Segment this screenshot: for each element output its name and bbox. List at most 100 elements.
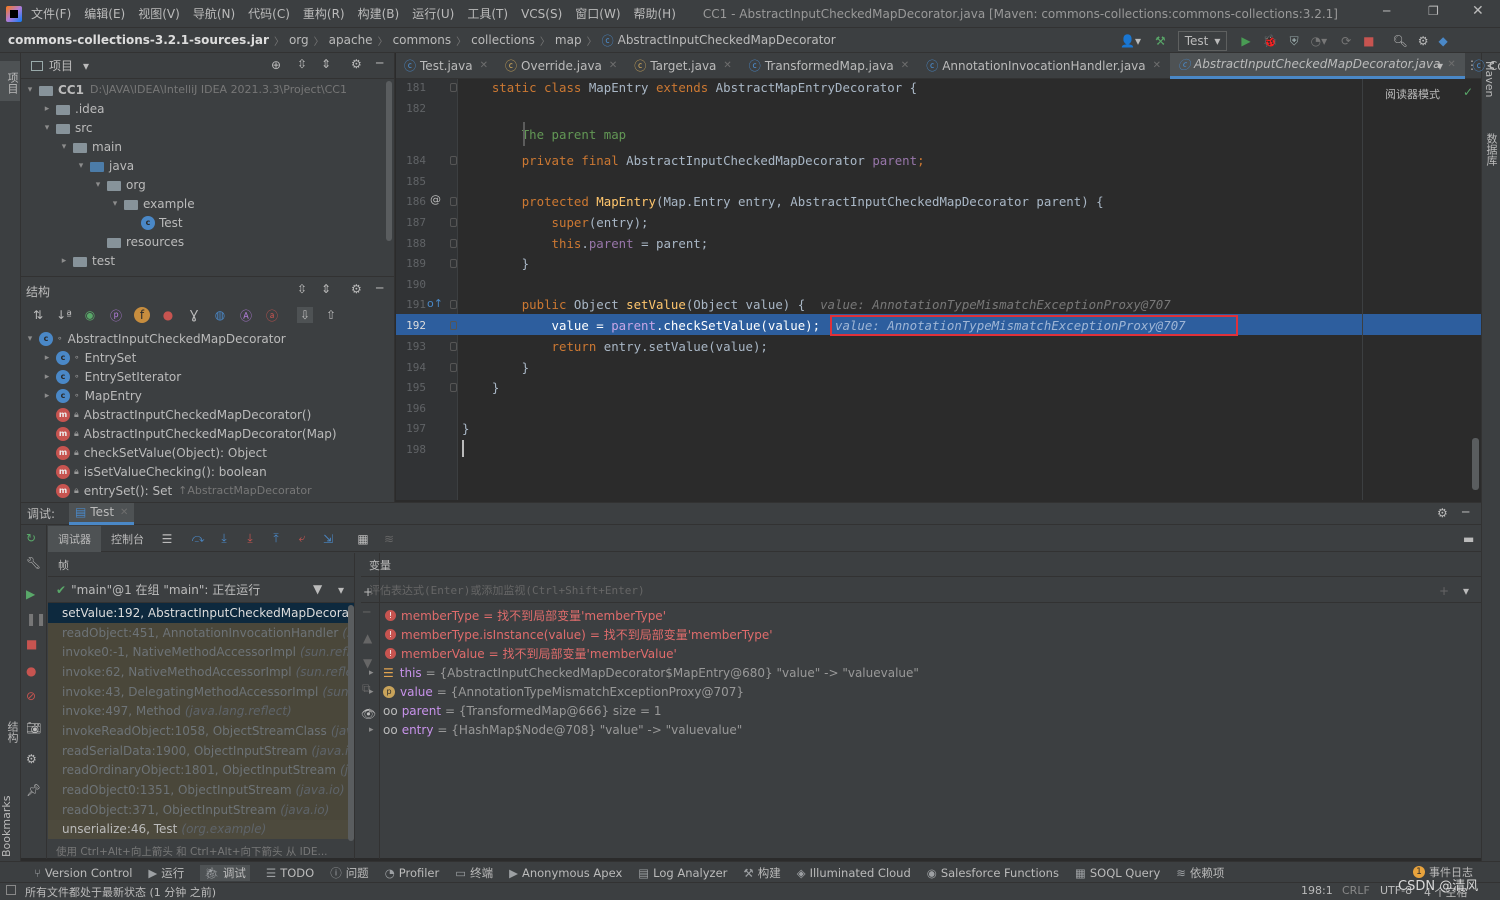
expanded-arrow-icon[interactable]: ▾ [25,85,35,95]
collapsed-arrow-icon[interactable]: ▸ [42,372,52,382]
tabs-overflow-icon[interactable]: ▾ [1437,59,1443,73]
expanded-arrow-icon[interactable]: ▾ [59,142,69,152]
database-tool-tab[interactable]: 数据库 [1483,133,1499,166]
fold-marker-icon[interactable] [450,239,457,248]
fold-marker-icon[interactable] [450,218,457,227]
expanded-arrow-icon[interactable]: ▾ [76,161,86,171]
frames-scrollbar[interactable] [348,605,354,841]
line-separator[interactable]: CRLF [1342,884,1370,897]
breadcrumb[interactable]: apache [329,33,373,47]
project-panel-title[interactable]: 项目 [49,57,73,74]
breadcrumb[interactable]: AbstractInputCheckedMapDecorator [618,33,836,47]
editor-tab[interactable]: ⓒ Override.java ✕ [497,53,626,79]
collapsed-arrow-icon[interactable]: ▸ [42,275,52,276]
collapsed-arrow-icon[interactable]: ▸ [59,256,69,266]
attach-icon[interactable]: ⟳ [1341,34,1351,48]
fold-marker-icon[interactable] [450,83,457,92]
tree-item[interactable]: ▸ .idea [21,99,394,118]
tool-window-button[interactable]: ▤ Log Analyzer [638,866,727,880]
menu-item[interactable]: 构建(B) [358,5,400,22]
fold-marker-icon[interactable] [450,342,457,351]
menu-item[interactable]: 代码(C) [248,5,290,22]
tree-item[interactable]: ▾ example [21,194,394,213]
expand-all-icon[interactable]: ⇳ [297,57,307,71]
menu-item[interactable]: 视图(V) [138,5,180,22]
show-ext-icon[interactable]: ⓐ [264,307,280,323]
close-window-button[interactable]: ✕ [1472,3,1484,19]
tree-item[interactable]: m 🔒︎ checkSetValue(Object): Object [21,443,394,462]
tool-window-button[interactable]: ▶ Anonymous Apex [509,866,622,880]
view-breakpoints-icon[interactable]: ● [26,664,36,678]
fold-marker-icon[interactable] [450,383,457,392]
fold-marker-icon[interactable] [450,363,457,372]
variable-row[interactable]: ! memberType = 找不到局部变量'memberType' [361,606,1481,625]
autoscroll-to-source-icon[interactable]: ⇩ [297,307,313,323]
stack-frame[interactable]: invoke:43, DelegatingMethodAccessorImpl(… [48,681,354,702]
tool-window-button[interactable]: ▭ 终端 [455,865,493,881]
debug-settings-icon[interactable]: ⚙ [1437,506,1448,520]
tree-item[interactable]: m 🔒︎ AbstractInputCheckedMapDecorator(Map) [21,424,394,443]
mute-breakpoints-icon[interactable]: ⊘ [26,689,36,703]
debug-icon[interactable]: 🐞 [1263,34,1278,48]
show-properties-icon[interactable]: ⓟ [108,307,124,323]
pause-icon[interactable]: ❚❚ [26,612,46,626]
editor-tab[interactable]: ⓒ TransformedMap.java ✕ [741,53,918,79]
step-over-icon[interactable]: ⤼ [190,531,206,547]
step-into-icon[interactable]: ⤓ [216,531,232,547]
show-execution-point-icon[interactable]: ☰ [159,531,175,547]
stack-frame[interactable]: readObject:371, ObjectInputStream (java.i… [48,799,354,820]
fold-marker-icon[interactable] [450,321,457,330]
tree-item[interactable]: ▾ java [21,156,394,175]
tree-item[interactable]: m 🔒︎ AbstractInputCheckedMapDecorator() [21,405,394,424]
stack-frame[interactable]: readOrdinaryObject:1801, ObjectInputStre… [48,760,354,781]
plugin-icon[interactable]: ◆ [1439,34,1448,48]
build-hammer-icon[interactable]: ⚒ [1155,34,1166,48]
implements-marker-icon[interactable]: o↑ [427,297,443,310]
tree-item[interactable]: ▾ src [21,118,394,137]
show-lambdas-icon[interactable]: Ɣ [186,307,202,323]
bookmarks-tool-tab[interactable]: Bookmarks [0,777,20,857]
menu-item[interactable]: 编辑(E) [84,5,125,22]
tool-window-button[interactable]: ⚒ 构建 [743,865,780,881]
struct-expand-icon[interactable]: ⇳ [297,282,307,296]
expand-arrow-icon[interactable]: ▸ [369,668,383,678]
menu-item[interactable]: 窗口(W) [575,5,620,22]
breadcrumb[interactable]: map [555,33,582,47]
tool-window-button[interactable]: ≋ 依赖项 [1176,865,1224,881]
status-box-icon[interactable] [6,885,16,895]
variable-row[interactable]: ▸ p value = {AnnotationTypeMismatchExceptio… [361,682,1481,701]
add-watch-inline-icon[interactable]: + [1439,584,1449,598]
trace-icon[interactable]: ≋ [381,531,397,547]
reader-mode-label[interactable]: 阅读器模式 [1385,86,1440,102]
fold-marker-icon[interactable] [450,197,457,206]
override-marker-icon[interactable]: @ [430,193,441,206]
console-tab[interactable]: 控制台 [101,526,154,552]
close-tab-icon[interactable]: ✕ [1153,60,1161,71]
expanded-arrow-icon[interactable]: ▾ [93,180,103,190]
step-out-icon[interactable]: ⤒ [268,531,284,547]
menu-item[interactable]: 帮助(H) [634,5,676,22]
breadcrumb[interactable]: commons [393,33,452,47]
sort-alpha-icon[interactable]: ↓ª [56,307,72,323]
camera-icon[interactable]: 📷︎ [26,721,41,735]
eval-dropdown-icon[interactable]: ▾ [1463,584,1469,598]
run-config-select[interactable]: Test ▾ [1177,31,1228,51]
stack-frame[interactable]: setValue:192, AbstractInputCheckedMapDec… [48,603,354,623]
inspection-ok-icon[interactable]: ✓ [1463,85,1473,99]
run-icon[interactable]: ▶ [1241,34,1250,48]
tree-item[interactable]: ▾ org [21,175,394,194]
debug-session-tab[interactable]: ▤ Test ✕ [69,502,135,525]
stack-frame[interactable]: readObject0:1351, ObjectInputStream (java… [48,780,354,800]
filter-icon[interactable]: ▼ [313,582,322,596]
close-tab-icon[interactable]: ✕ [901,60,909,71]
show-non-public-icon[interactable]: ● [160,307,176,323]
settings-icon[interactable]: ⚙ [1418,34,1429,48]
tool-window-button[interactable]: ▶ 运行 [148,865,184,881]
editor-tab[interactable]: ⓒ AbstractInputCheckedMapDecorator.java ✕ [1170,52,1465,79]
variable-row[interactable]: ▸ oo entry = {HashMap$Node@708} "value" -> … [361,720,1481,739]
resume-icon[interactable]: ▶ [26,587,35,601]
expanded-arrow-icon[interactable]: ▾ [25,334,35,344]
variable-row[interactable]: ! memberValue = 找不到局部变量'memberValue' [361,644,1481,663]
collapsed-arrow-icon[interactable]: ▸ [42,391,52,401]
tree-item[interactable]: ▸ target [21,270,394,276]
